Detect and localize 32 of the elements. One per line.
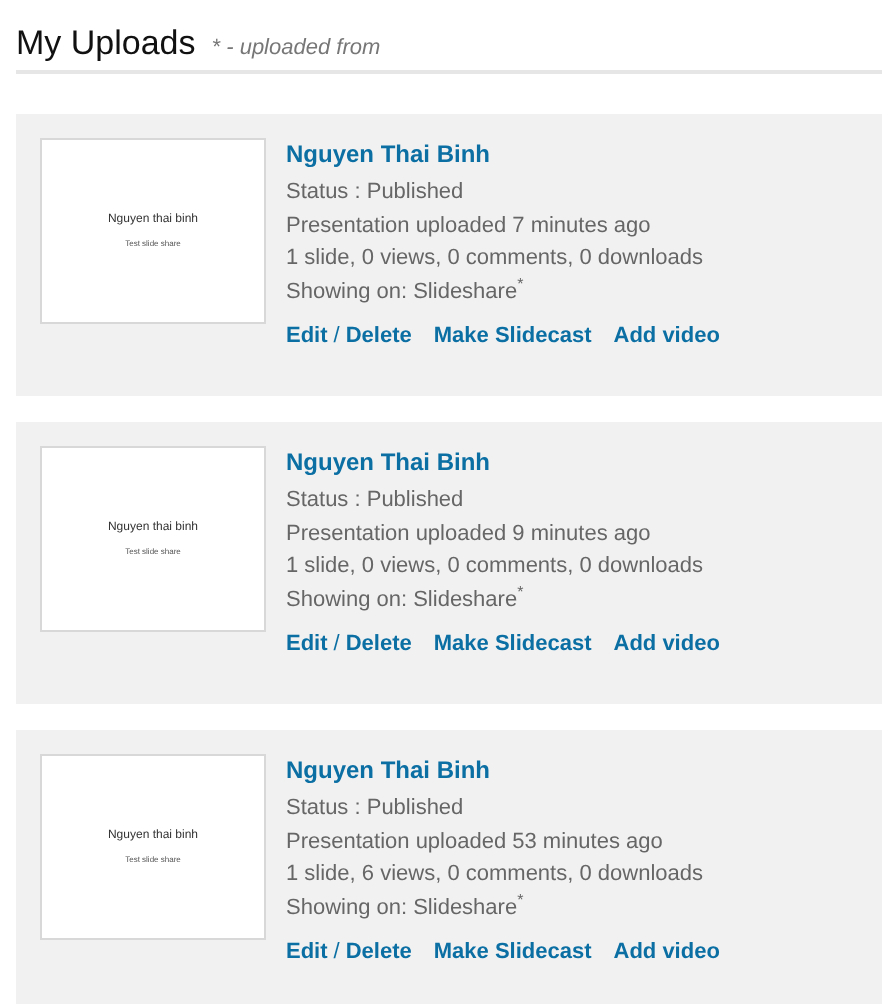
upload-time-text: Presentation uploaded 7 minutes ago [286,211,651,241]
stats-text: 1 slide, 6 views, 0 comments, 0 downloads [286,860,703,890]
showing-on-text: Showing on: Slideshare$^{*}$ [286,583,524,615]
presentation-title-link[interactable]: Nguyen Thai Binh [286,754,490,786]
showing-on-text: Showing on: Slideshare$^{*}$ [286,275,524,307]
presentation-title-link[interactable]: Nguyen Thai Binh [286,446,490,478]
link-separator: / [333,324,340,348]
legend-note: * - uploaded from [211,36,381,60]
make-slidecast-link[interactable]: Make Slidecast [433,632,592,656]
presentation-title-link[interactable]: Nguyen Thai Binh [286,138,490,170]
edit-link[interactable]: Edit [286,940,328,964]
status-text: Status : Published [286,794,464,824]
upload-time-text: Presentation uploaded 53 minutes ago [286,827,663,857]
upload-time-text: Presentation uploaded 9 minutes ago [286,519,651,549]
stats-text: 1 slide, 0 views, 0 comments, 0 downloads [286,244,703,274]
delete-link[interactable]: Delete [345,324,412,348]
add-video-link[interactable]: Add video [613,940,720,964]
link-separator: / [333,632,340,656]
page-title: My Uploads [16,24,196,64]
status-text: Status : Published [286,178,464,208]
status-text: Status : Published [286,486,464,516]
add-video-link[interactable]: Add video [613,324,720,348]
link-separator: / [333,940,340,964]
showing-on-text: Showing on: Slideshare$^{*}$ [286,891,524,923]
stats-text: 1 slide, 0 views, 0 comments, 0 downloads [286,552,703,582]
edit-link[interactable]: Edit [286,324,328,348]
make-slidecast-link[interactable]: Make Slidecast [433,940,592,964]
delete-link[interactable]: Delete [345,940,412,964]
delete-link[interactable]: Delete [345,632,412,656]
edit-link[interactable]: Edit [286,632,328,656]
add-video-link[interactable]: Add video [613,632,720,656]
make-slidecast-link[interactable]: Make Slidecast [433,324,592,348]
